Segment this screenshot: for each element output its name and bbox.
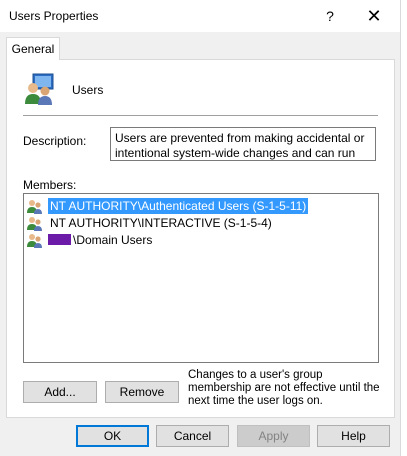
description-field[interactable]: Users are prevented from making accident…: [110, 127, 376, 161]
users-icon: [27, 216, 42, 231]
users-icon: [27, 233, 42, 248]
help-button[interactable]: Help: [317, 425, 390, 447]
member-item-interactive[interactable]: NT AUTHORITY\INTERACTIVE (S-1-5-4): [26, 214, 274, 231]
member-item-domain-users[interactable]: \Domain Users: [26, 231, 154, 248]
title-bar: Users Properties ? ✕: [0, 0, 400, 32]
help-title-button[interactable]: ?: [312, 0, 348, 32]
general-panel: Users Description: Users are prevented f…: [6, 59, 395, 418]
users-group-icon: [23, 72, 57, 109]
apply-button[interactable]: Apply: [237, 425, 310, 447]
member-item-authenticated-users[interactable]: NT AUTHORITY\Authenticated Users (S-1-5-…: [26, 197, 309, 214]
member-label: NT AUTHORITY\Authenticated Users (S-1-5-…: [48, 197, 309, 214]
tab-general[interactable]: General: [6, 37, 60, 60]
close-button[interactable]: ✕: [356, 0, 392, 32]
member-label: NT AUTHORITY\INTERACTIVE (S-1-5-4): [50, 215, 272, 230]
membership-note: Changes to a user's group membership are…: [188, 369, 380, 407]
members-list[interactable]: NT AUTHORITY\Authenticated Users (S-1-5-…: [23, 193, 379, 363]
members-label: Members:: [23, 178, 77, 192]
group-name: Users: [72, 83, 104, 97]
separator: [23, 115, 378, 116]
member-label: \Domain Users: [73, 232, 153, 247]
users-icon: [27, 199, 42, 214]
add-button[interactable]: Add...: [23, 381, 97, 403]
redacted-domain: [48, 234, 71, 245]
window-title: Users Properties: [9, 9, 99, 23]
ok-button[interactable]: OK: [76, 425, 149, 447]
description-label: Description:: [23, 134, 87, 148]
remove-button[interactable]: Remove: [105, 381, 179, 403]
users-properties-dialog: Users Properties ? ✕ General Users Descr…: [0, 0, 401, 456]
cancel-button[interactable]: Cancel: [156, 425, 229, 447]
